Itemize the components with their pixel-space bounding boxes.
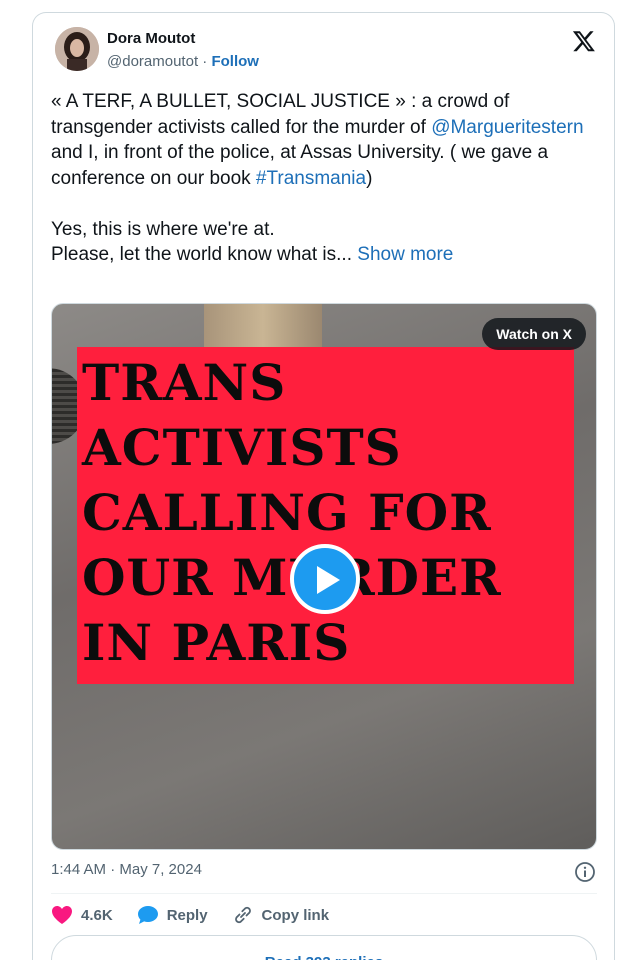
like-count: 4.6K [81,906,113,924]
action-bar: 4.6K Reply Copy link [51,903,353,927]
overlay-line: ACTIVISTS [82,418,402,477]
tweet-text-part3: ) [366,167,373,189]
reply-label: Reply [166,906,208,924]
play-icon [317,566,340,594]
tweet-card: Dora Moutot @doramoutot · Follow « A TER… [32,12,615,960]
author-handle[interactable]: @doramoutot [107,53,198,70]
show-more-link[interactable]: Show more [357,244,453,265]
heart-icon [52,906,72,924]
info-icon[interactable] [574,861,596,883]
timestamp[interactable]: 1:44 AM · May 7, 2024 [51,861,202,878]
overlay-line: IN PARIS [82,613,351,672]
watch-on-x-button[interactable]: Watch on X [482,318,586,350]
tweet-text-part4: Yes, this is where we're at. Please, let… [51,218,352,266]
follow-button[interactable]: Follow [211,53,259,70]
video-player[interactable]: TRANS ACTIVISTS CALLING FOR OUR MURDER I… [51,303,597,850]
avatar-image [55,27,99,71]
overlay-line: CALLING FOR [82,483,492,542]
hashtag-link[interactable]: #Transmania [256,168,366,189]
avatar[interactable] [55,27,99,71]
copy-link-label: Copy link [261,906,330,924]
x-logo-icon[interactable] [572,29,596,53]
play-button[interactable] [290,544,360,614]
video-title-overlay: TRANS ACTIVISTS CALLING FOR OUR MURDER I… [77,347,574,684]
author-handle-row: @doramoutot · Follow [107,53,259,70]
link-icon [234,906,251,924]
reply-bubble-icon [137,906,158,924]
copy-link-button[interactable]: Copy link [232,905,330,925]
mention-link[interactable]: @Margueritestern [431,117,583,138]
like-button[interactable]: 4.6K [51,905,113,925]
tweet-text: « A TERF, A BULLET, SOCIAL JUSTICE » : a… [51,89,591,268]
reply-button[interactable]: Reply [137,905,208,925]
read-replies-button[interactable]: Read 393 replies [51,935,597,960]
separator: · [202,53,208,70]
author-name[interactable]: Dora Moutot [107,30,195,47]
overlay-line: TRANS [82,353,287,412]
divider [51,893,597,894]
